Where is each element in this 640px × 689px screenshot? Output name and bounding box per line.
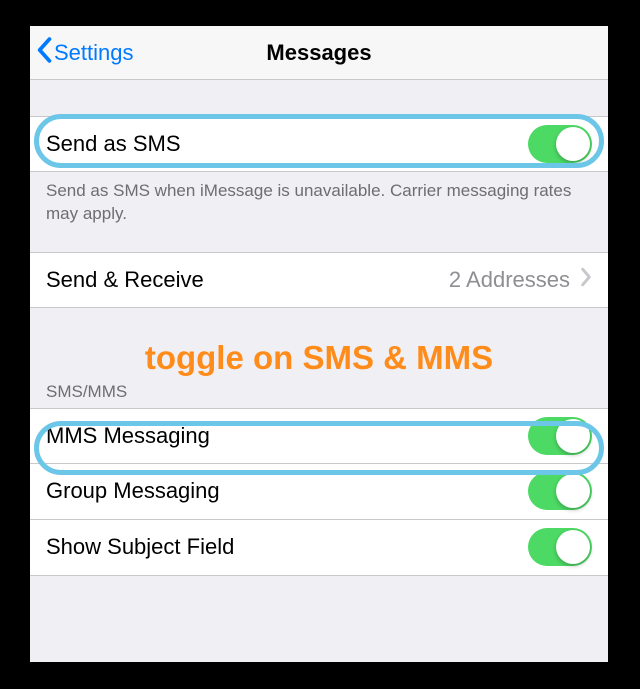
toggle-show-subject[interactable] — [528, 528, 592, 566]
toggle-group-messaging[interactable] — [528, 472, 592, 510]
sms-mms-group: MMS Messaging Group Messaging Show Subje… — [30, 408, 608, 576]
navbar: Settings Messages — [30, 26, 608, 80]
row-label: Show Subject Field — [46, 534, 528, 560]
row-label: Send as SMS — [46, 131, 528, 157]
row-mms-messaging[interactable]: MMS Messaging — [30, 408, 608, 464]
row-value: 2 Addresses — [449, 267, 570, 293]
toggle-send-as-sms[interactable] — [528, 125, 592, 163]
row-label: Send & Receive — [46, 267, 449, 293]
section-header-sms-mms: SMS/MMS — [30, 382, 608, 408]
row-send-receive[interactable]: Send & Receive 2 Addresses — [30, 252, 608, 308]
toggle-mms-messaging[interactable] — [528, 417, 592, 455]
footer-send-as-sms: Send as SMS when iMessage is unavailable… — [30, 172, 608, 226]
settings-screen: Settings Messages Send as SMS Send as SM… — [30, 26, 608, 662]
back-button[interactable]: Settings — [30, 26, 134, 79]
row-group-messaging[interactable]: Group Messaging — [30, 464, 608, 520]
back-label: Settings — [54, 40, 134, 66]
chevron-right-icon — [580, 267, 592, 292]
row-label: Group Messaging — [46, 478, 528, 504]
row-label: MMS Messaging — [46, 423, 528, 449]
chevron-left-icon — [36, 37, 52, 69]
row-show-subject[interactable]: Show Subject Field — [30, 520, 608, 576]
row-send-as-sms[interactable]: Send as SMS — [30, 116, 608, 172]
